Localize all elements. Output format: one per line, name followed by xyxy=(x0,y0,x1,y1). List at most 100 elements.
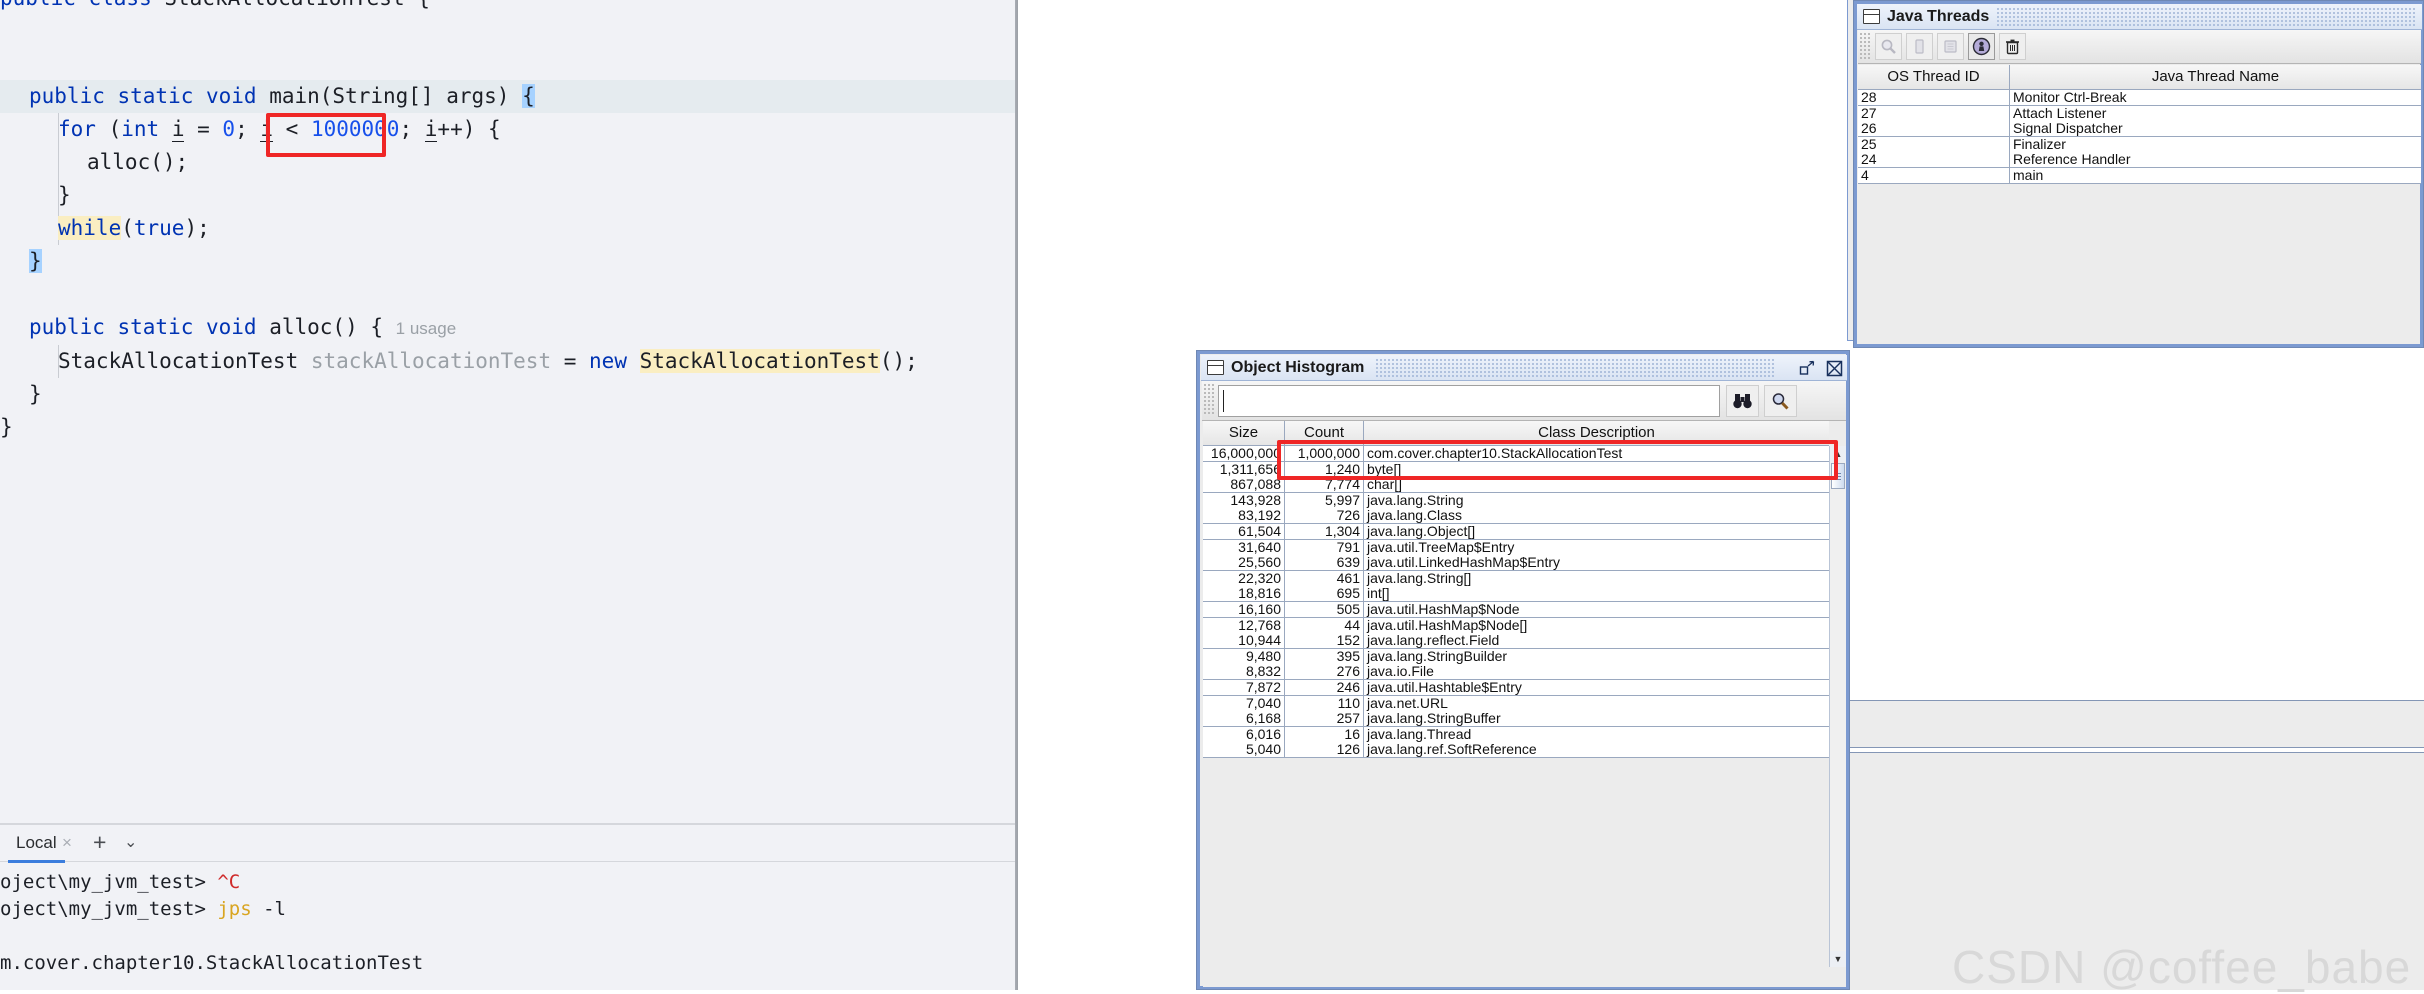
code-line-alloc-close: } xyxy=(29,382,42,406)
code-line-while: while(true); xyxy=(58,216,210,240)
table-row[interactable]: 4 main xyxy=(1858,167,2421,184)
table-row[interactable]: 1,311,656 1,240 byte[] xyxy=(1203,461,1829,478)
table-row[interactable]: 9,480 395 java.lang.StringBuilder xyxy=(1203,648,1829,665)
table-row[interactable]: 6,016 16 java.lang.Thread xyxy=(1203,726,1829,743)
close-icon[interactable]: × xyxy=(62,825,72,860)
cell-size: 25,560 xyxy=(1203,555,1285,571)
terminal-panel[interactable]: Local × + ⌄ oject\my_jvm_test> ^C oject\… xyxy=(0,825,1015,990)
table-row[interactable]: 143,928 5,997 java.lang.String xyxy=(1203,492,1829,509)
cell-count: 395 xyxy=(1285,648,1364,664)
cell-class-description: java.lang.Object[] xyxy=(1367,524,1476,539)
cell-class-description: java.lang.reflect.Field xyxy=(1367,633,1500,649)
ide-window: public class StackAllocationTest { publi… xyxy=(0,0,1018,990)
table-row[interactable]: 867,088 7,774 char[] xyxy=(1203,477,1829,494)
cell-class-description: java.util.LinkedHashMap$Entry xyxy=(1367,555,1560,571)
column-header-java-thread-name[interactable]: Java Thread Name xyxy=(2010,65,2421,89)
cell-size: 10,944 xyxy=(1203,633,1285,649)
plus-icon[interactable]: + xyxy=(93,825,106,860)
table-row[interactable]: 18,816 695 int[] xyxy=(1203,586,1829,603)
memory-icon[interactable] xyxy=(1906,33,1933,60)
table-row[interactable]: 8,832 276 java.io.File xyxy=(1203,664,1829,681)
cell-count: 461 xyxy=(1285,570,1364,586)
cell-count: 1,240 xyxy=(1285,461,1364,477)
table-row[interactable]: 22,320 461 java.lang.String[] xyxy=(1203,570,1829,587)
cell-java-thread-name: Signal Dispatcher xyxy=(2013,121,2123,136)
cell-class-description: java.lang.String[] xyxy=(1367,570,1472,586)
terminal-line: oject\my_jvm_test> ^C xyxy=(0,871,241,893)
table-row[interactable]: 31,640 791 java.util.TreeMap$Entry xyxy=(1203,539,1829,556)
cell-class-description: java.net.URL xyxy=(1367,695,1448,711)
cell-os-thread-id: 28 xyxy=(1858,90,2010,105)
java-threads-titlebar[interactable]: Java Threads xyxy=(1857,4,2422,30)
object-histogram-window[interactable]: Object Histogram Size Count Class Descri… xyxy=(1196,350,1850,990)
table-row[interactable]: 24 Reference Handler xyxy=(1858,152,2421,168)
cell-count: 726 xyxy=(1285,508,1364,524)
cell-class-description: java.lang.ref.SoftReference xyxy=(1367,742,1537,758)
info-circle-glyph xyxy=(1972,37,1991,56)
table-row[interactable]: 61,504 1,304 java.lang.Object[] xyxy=(1203,524,1829,540)
cell-size: 9,480 xyxy=(1203,648,1285,664)
cell-count: 152 xyxy=(1285,633,1364,649)
cell-count: 695 xyxy=(1285,586,1364,602)
cell-count: 791 xyxy=(1285,539,1364,555)
stack-icon[interactable] xyxy=(1937,33,1964,60)
scroll-up-icon[interactable]: ▲ xyxy=(1830,446,1846,462)
histogram-table-body[interactable]: 16,000,000 1,000,000 com.cover.chapter10.S… xyxy=(1197,351,1851,969)
cell-os-thread-id: 24 xyxy=(1858,152,2010,167)
cell-class-description: java.lang.StringBuffer xyxy=(1367,711,1501,727)
cell-class-description: byte[] xyxy=(1367,461,1402,477)
table-row[interactable]: 25 Finalizer xyxy=(1858,136,2421,153)
java-threads-table-header: OS Thread ID Java Thread Name xyxy=(1858,65,2421,90)
histogram-scrollbar[interactable]: ▲ ▼ xyxy=(1829,446,1846,967)
hsdb-desktop-panel-mid xyxy=(1847,700,2424,748)
code-line-for-loop: for (int i = 0; i < 1000000; i++) { xyxy=(58,117,501,142)
table-row[interactable]: 7,040 110 java.net.URL xyxy=(1203,695,1829,712)
cell-size: 7,040 xyxy=(1203,695,1285,711)
table-row[interactable]: 16,160 505 java.util.HashMap$Node xyxy=(1203,602,1829,618)
table-row[interactable]: 16,000,000 1,000,000 com.cover.chapter10.S… xyxy=(1203,446,1829,462)
cell-class-description: java.lang.String xyxy=(1367,492,1464,508)
column-header-os-thread-id[interactable]: OS Thread ID xyxy=(1858,65,2010,89)
table-row[interactable]: 83,192 726 java.lang.Class xyxy=(1203,508,1829,525)
terminal-line: oject\my_jvm_test> jps -l xyxy=(0,898,286,920)
java-threads-window[interactable]: Java Threads OS Thread ID Java Thread Na… xyxy=(1853,0,2424,348)
scroll-down-icon[interactable]: ▼ xyxy=(1830,951,1846,967)
cell-size: 5,040 xyxy=(1203,742,1285,758)
table-row[interactable]: 10,944 152 java.lang.reflect.Field xyxy=(1203,633,1829,650)
inspect-icon[interactable] xyxy=(1875,33,1902,60)
terminal-tab-local[interactable]: Local xyxy=(8,825,65,863)
chevron-down-icon[interactable]: ⌄ xyxy=(124,825,137,860)
thread-info-icon[interactable] xyxy=(1968,33,1995,60)
cell-java-thread-name: Monitor Ctrl-Break xyxy=(2013,90,2127,105)
indent-guide xyxy=(58,146,59,179)
cell-class-description: int[] xyxy=(1367,586,1390,602)
table-row[interactable]: 7,872 246 java.util.Hashtable$Entry xyxy=(1203,680,1829,696)
table-row[interactable]: 25,560 639 java.util.LinkedHashMap$Entry xyxy=(1203,555,1829,572)
cell-class-description: char[] xyxy=(1367,477,1403,493)
cell-count: 276 xyxy=(1285,664,1364,680)
table-row[interactable]: 26 Signal Dispatcher xyxy=(1858,121,2421,137)
cell-java-thread-name: main xyxy=(2013,167,2044,183)
trash-icon[interactable] xyxy=(1999,33,2026,60)
code-line-main-signature: public static void main(String[] args) { xyxy=(29,84,535,108)
table-row[interactable]: 28 Monitor Ctrl-Break xyxy=(1858,90,2421,106)
cell-count: 246 xyxy=(1285,680,1364,695)
table-row[interactable]: 6,168 257 java.lang.StringBuffer xyxy=(1203,711,1829,728)
code-editor[interactable]: public class StackAllocationTest { publi… xyxy=(0,0,1015,823)
table-row[interactable]: 27 Attach Listener xyxy=(1858,105,2421,122)
cell-size: 22,320 xyxy=(1203,570,1285,586)
toolbar-grip[interactable] xyxy=(1860,33,1872,60)
cell-os-thread-id: 26 xyxy=(1858,121,2010,136)
code-line-new-object: StackAllocationTest stackAllocationTest … xyxy=(58,349,918,373)
cell-os-thread-id: 4 xyxy=(1858,167,2010,183)
cell-count: 639 xyxy=(1285,555,1364,571)
titlebar-texture xyxy=(1997,8,2417,26)
cell-class-description: java.util.HashMap$Node xyxy=(1367,602,1520,617)
table-row[interactable]: 12,768 44 java.util.HashMap$Node[] xyxy=(1203,617,1829,634)
scrollbar-thumb[interactable] xyxy=(1831,463,1845,489)
java-threads-toolbar xyxy=(1858,30,2421,64)
cell-size: 16,000,000 xyxy=(1203,446,1285,461)
cell-count: 7,774 xyxy=(1285,477,1364,493)
table-row[interactable]: 5,040 126 java.lang.ref.SoftReference xyxy=(1203,742,1829,759)
cell-count: 505 xyxy=(1285,602,1364,617)
